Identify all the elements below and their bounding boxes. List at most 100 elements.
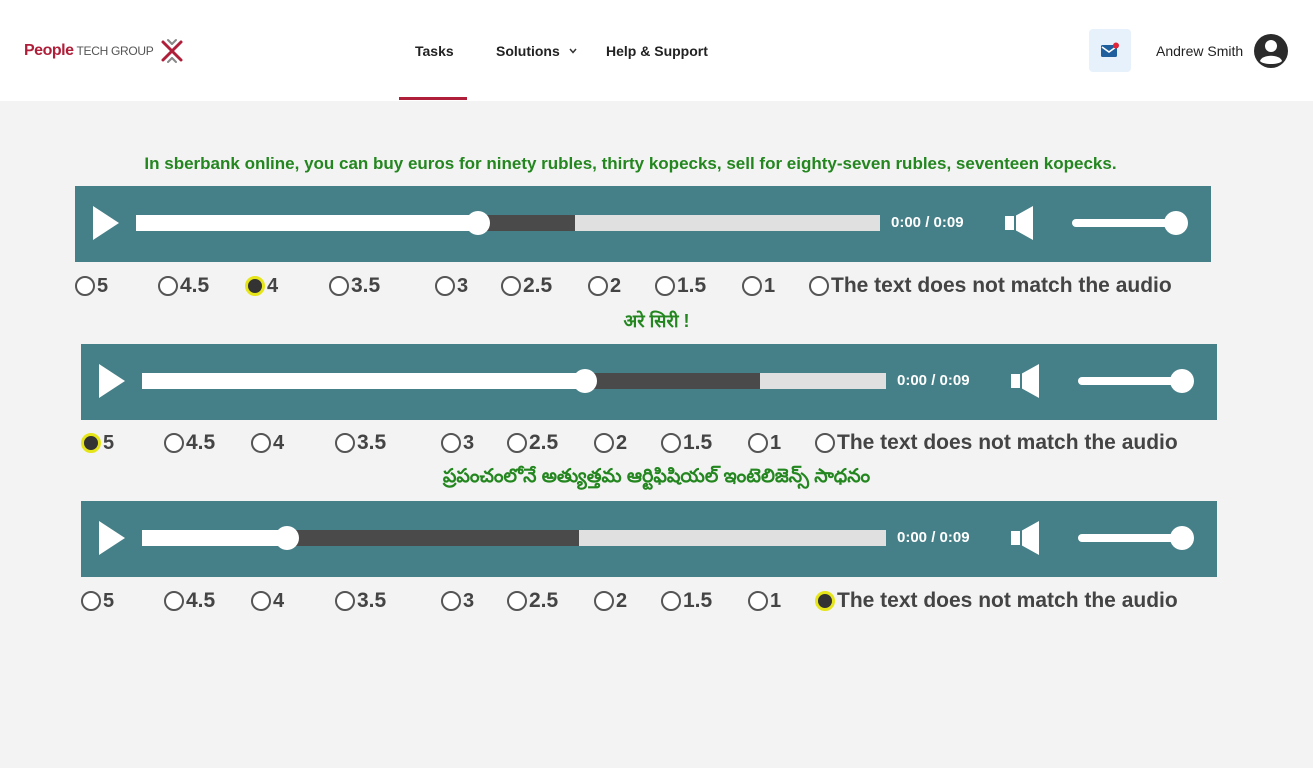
radio-button[interactable] bbox=[661, 591, 681, 611]
volume-icon[interactable] bbox=[1011, 364, 1043, 398]
radio-button[interactable] bbox=[329, 276, 349, 296]
radio-button[interactable] bbox=[815, 433, 835, 453]
rating-option[interactable]: 1 bbox=[742, 271, 775, 301]
rating-option-label: 2 bbox=[616, 589, 628, 612]
rating-option[interactable]: 3.5 bbox=[335, 428, 386, 458]
time-display: 0:00 / 0:09 bbox=[897, 372, 970, 389]
radio-button[interactable] bbox=[75, 276, 95, 296]
radio-button[interactable] bbox=[251, 433, 271, 453]
radio-button[interactable] bbox=[335, 433, 355, 453]
rating-option-label: 1 bbox=[770, 589, 782, 612]
radio-button[interactable] bbox=[164, 591, 184, 611]
radio-button[interactable] bbox=[507, 433, 527, 453]
time-display: 0:00 / 0:09 bbox=[897, 529, 970, 546]
rating-option[interactable]: 1.5 bbox=[661, 428, 712, 458]
user-name[interactable]: Andrew Smith bbox=[1156, 42, 1243, 60]
nav-help-support[interactable]: Help & Support bbox=[606, 42, 708, 60]
rating-option[interactable]: 3 bbox=[441, 428, 474, 458]
rating-option-label: 2.5 bbox=[529, 589, 559, 612]
radio-button[interactable] bbox=[501, 276, 521, 296]
rating-option[interactable]: 2.5 bbox=[501, 271, 552, 301]
radio-button[interactable] bbox=[507, 591, 527, 611]
rating-option[interactable]: 4.5 bbox=[164, 428, 215, 458]
rating-option[interactable]: 1 bbox=[748, 428, 781, 458]
play-icon[interactable] bbox=[99, 364, 125, 398]
radio-button[interactable] bbox=[748, 433, 768, 453]
seek-thumb[interactable] bbox=[275, 526, 300, 550]
rating-option[interactable]: 2.5 bbox=[507, 428, 558, 458]
rating-option[interactable]: 5 bbox=[75, 271, 108, 301]
radio-button[interactable] bbox=[809, 276, 829, 296]
played-bar bbox=[136, 215, 479, 231]
radio-button[interactable] bbox=[441, 433, 461, 453]
company-logo[interactable]: People TECH GROUP bbox=[24, 36, 187, 66]
radio-button[interactable] bbox=[815, 591, 835, 611]
seek-bar[interactable] bbox=[136, 211, 880, 235]
radio-button[interactable] bbox=[245, 276, 265, 296]
radio-button[interactable] bbox=[594, 591, 614, 611]
rating-option[interactable]: 2 bbox=[594, 428, 627, 458]
radio-button[interactable] bbox=[81, 433, 101, 453]
radio-button[interactable] bbox=[435, 276, 455, 296]
radio-button[interactable] bbox=[81, 591, 101, 611]
audio-player: 0:00 / 0:09 bbox=[81, 501, 1217, 577]
seek-bar[interactable] bbox=[142, 369, 886, 393]
volume-thumb[interactable] bbox=[1170, 526, 1194, 550]
rating-option[interactable]: 3.5 bbox=[335, 586, 386, 616]
volume-thumb[interactable] bbox=[1164, 211, 1188, 235]
radio-button[interactable] bbox=[335, 591, 355, 611]
nav-tasks[interactable]: Tasks bbox=[415, 42, 454, 60]
rating-option-label: 3 bbox=[463, 589, 475, 612]
play-icon[interactable] bbox=[93, 206, 119, 240]
rating-option[interactable]: 5 bbox=[81, 586, 114, 616]
rating-option[interactable]: 4.5 bbox=[158, 271, 209, 301]
rating-option[interactable]: The text does not match the audio bbox=[809, 271, 1172, 301]
rating-option[interactable]: 2 bbox=[594, 586, 627, 616]
volume-thumb[interactable] bbox=[1170, 369, 1194, 393]
seek-thumb[interactable] bbox=[466, 211, 491, 235]
rating-option[interactable]: 4.5 bbox=[164, 586, 215, 616]
radio-button[interactable] bbox=[251, 591, 271, 611]
volume-icon[interactable] bbox=[1005, 206, 1037, 240]
rating-option[interactable]: 2.5 bbox=[507, 586, 558, 616]
rating-option[interactable]: 4 bbox=[251, 428, 284, 458]
volume-slider[interactable] bbox=[1078, 369, 1194, 393]
mail-button[interactable] bbox=[1089, 29, 1131, 72]
seek-thumb[interactable] bbox=[573, 369, 598, 393]
transcript-caption: अरे सिरी ! bbox=[623, 311, 690, 331]
rating-option[interactable]: The text does not match the audio bbox=[815, 428, 1178, 458]
volume-slider[interactable] bbox=[1072, 211, 1188, 235]
rating-option[interactable]: The text does not match the audio bbox=[815, 586, 1178, 616]
rating-option-label: 3 bbox=[463, 431, 475, 454]
radio-button[interactable] bbox=[164, 433, 184, 453]
radio-button[interactable] bbox=[441, 591, 461, 611]
rating-option[interactable]: 4 bbox=[245, 271, 278, 301]
nav-solutions[interactable]: Solutions bbox=[496, 42, 578, 60]
radio-button[interactable] bbox=[661, 433, 681, 453]
rating-option[interactable]: 1 bbox=[748, 586, 781, 616]
rating-option[interactable]: 3.5 bbox=[329, 271, 380, 301]
rating-option[interactable]: 3 bbox=[441, 586, 474, 616]
account-circle-icon[interactable] bbox=[1253, 33, 1289, 69]
seek-bar[interactable] bbox=[142, 526, 886, 550]
radio-button[interactable] bbox=[748, 591, 768, 611]
rating-option[interactable]: 5 bbox=[81, 428, 114, 458]
radio-button[interactable] bbox=[742, 276, 762, 296]
play-icon[interactable] bbox=[99, 521, 125, 555]
nav-active-indicator bbox=[399, 97, 467, 100]
rating-option-label: 4 bbox=[273, 589, 285, 612]
radio-button[interactable] bbox=[594, 433, 614, 453]
rating-options: 5 4.5 4 3.5 3 2.5 2 1.5 1 The text does not match… bbox=[0, 271, 1307, 301]
rating-option[interactable]: 3 bbox=[435, 271, 468, 301]
radio-button[interactable] bbox=[655, 276, 675, 296]
rating-option[interactable]: 1.5 bbox=[661, 586, 712, 616]
volume-icon[interactable] bbox=[1011, 521, 1043, 555]
radio-button[interactable] bbox=[588, 276, 608, 296]
played-bar bbox=[142, 530, 288, 546]
rating-option[interactable]: 4 bbox=[251, 586, 284, 616]
volume-slider[interactable] bbox=[1078, 526, 1194, 550]
rating-options: 5 4.5 4 3.5 3 2.5 2 1.5 1 The text does not match… bbox=[0, 586, 1313, 616]
radio-button[interactable] bbox=[158, 276, 178, 296]
rating-option[interactable]: 1.5 bbox=[655, 271, 706, 301]
rating-option[interactable]: 2 bbox=[588, 271, 621, 301]
